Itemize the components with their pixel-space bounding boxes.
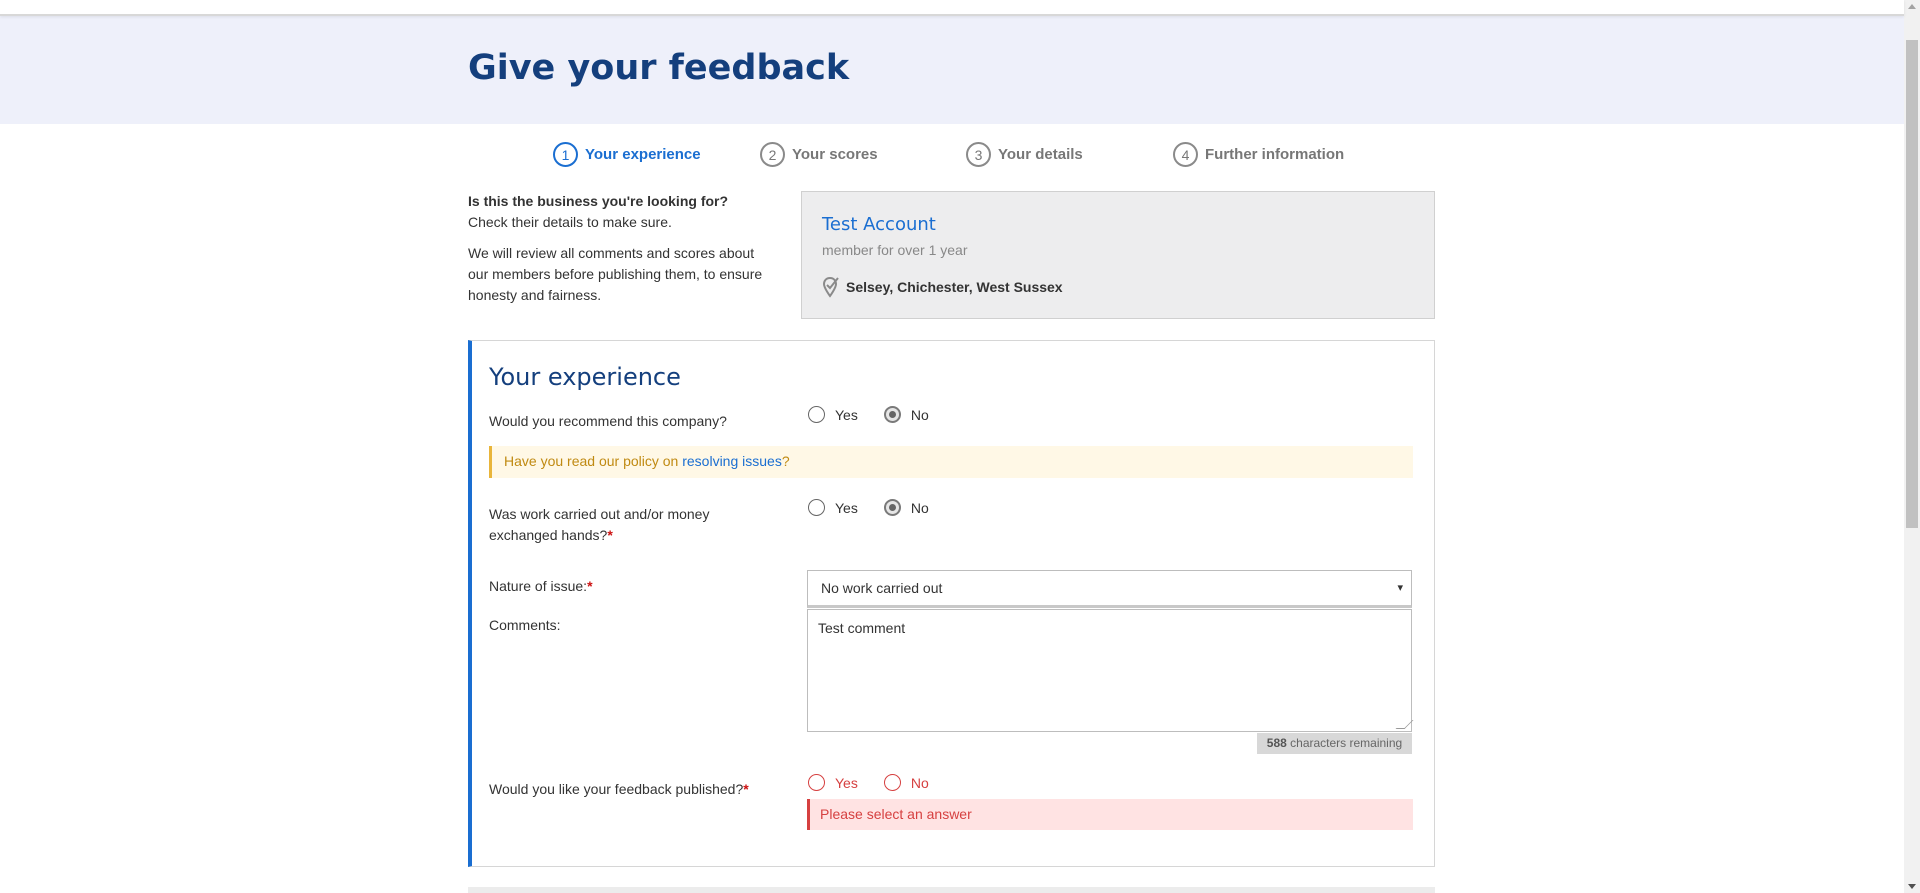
characters-remaining-counter: 588 characters remaining: [1257, 733, 1412, 754]
recommend-no-radio[interactable]: [883, 406, 901, 423]
characters-remaining-number: 588: [1266, 736, 1287, 750]
browser-top-edge: [0, 0, 1904, 16]
work-carried-no-option[interactable]: No: [883, 499, 929, 516]
radio-label: Yes: [835, 774, 858, 791]
step-number: 3: [966, 142, 991, 167]
scroll-up-arrow-icon[interactable]: [1908, 4, 1916, 9]
publish-yes-radio[interactable]: [808, 774, 825, 791]
business-card: Test Account member for over 1 year Sels…: [801, 191, 1435, 319]
policy-notice: Have you read our policy on resolving is…: [489, 446, 1413, 478]
radio-label: Yes: [835, 406, 858, 423]
publish-yes-option[interactable]: Yes: [808, 774, 858, 791]
required-asterisk: *: [587, 578, 593, 594]
required-asterisk: *: [743, 781, 749, 797]
chevron-down-icon: ▾: [1397, 582, 1403, 594]
work-carried-question-line1: Was work carried out and/or money: [489, 506, 710, 522]
radio-label: No: [910, 499, 929, 516]
step-label: Further information: [1205, 146, 1345, 163]
characters-remaining-text: characters remaining: [1286, 736, 1403, 750]
business-name[interactable]: Test Account: [822, 214, 936, 235]
business-membership: member for over 1 year: [822, 242, 968, 258]
policy-notice-text: Have you read our policy on: [504, 453, 683, 469]
nature-of-issue-label: Nature of issue:*: [489, 576, 593, 597]
publish-error-message: Please select an answer: [807, 799, 1413, 830]
recommend-no-option[interactable]: No: [883, 406, 929, 423]
recommend-yes-option[interactable]: Yes: [808, 406, 858, 423]
step-number: 4: [1173, 142, 1198, 167]
radio-label: No: [910, 406, 929, 423]
publish-radio-group: Yes No: [808, 774, 955, 791]
progress-steps: 1 Your experience 2 Your scores 3 Your d…: [0, 142, 1904, 174]
comments-label: Comments:: [489, 617, 561, 633]
comments-textarea[interactable]: Test comment: [807, 609, 1414, 732]
comments-value: Test comment: [818, 620, 906, 636]
radio-label: Yes: [835, 499, 858, 516]
work-carried-question: Was work carried out and/or money exchan…: [489, 504, 709, 546]
business-location: Selsey, Chichester, West Sussex: [822, 276, 1063, 298]
intro-text: Is this the business you're looking for?…: [468, 191, 778, 306]
section-title: Your experience: [489, 363, 681, 391]
nature-of-issue-text: Nature of issue:: [489, 578, 588, 594]
scroll-down-arrow-icon[interactable]: [1908, 884, 1916, 889]
publish-question-text: Would you like your feedback published?: [489, 781, 744, 797]
page-header: [0, 16, 1904, 124]
work-carried-question-line2: exchanged hands?: [489, 527, 608, 543]
step-number: 2: [760, 142, 785, 167]
policy-notice-suffix: ?: [781, 453, 790, 469]
step-label: Your scores: [792, 146, 878, 163]
work-carried-radio-group: Yes No: [808, 499, 955, 516]
business-check-question: Is this the business you're looking for?: [468, 193, 729, 209]
page-title: Give your feedback: [468, 48, 850, 88]
next-section-edge: [468, 887, 1435, 893]
map-pin-check-icon: [822, 276, 839, 298]
resolving-issues-link[interactable]: resolving issues: [682, 453, 782, 469]
step-your-scores[interactable]: 2 Your scores: [760, 142, 878, 167]
step-label: Your details: [998, 146, 1083, 163]
recommend-radio-group: Yes No: [808, 406, 955, 423]
work-carried-yes-radio[interactable]: [808, 499, 825, 516]
work-carried-no-radio[interactable]: [883, 499, 901, 516]
nature-of-issue-value: No work carried out: [821, 580, 943, 596]
required-asterisk: *: [607, 527, 613, 543]
step-label: Your experience: [585, 146, 701, 163]
publish-no-radio[interactable]: [883, 774, 901, 791]
publish-no-option[interactable]: No: [883, 774, 929, 791]
review-notice: We will review all comments and scores a…: [468, 245, 763, 303]
recommend-question: Would you recommend this company?: [489, 413, 727, 429]
scroll-thumb[interactable]: [1906, 40, 1918, 528]
step-further-information[interactable]: 4 Further information: [1173, 142, 1344, 167]
radio-label: No: [910, 774, 929, 791]
resize-handle-icon[interactable]: [1395, 720, 1414, 729]
publish-question: Would you like your feedback published?*: [489, 779, 749, 800]
step-your-details[interactable]: 3 Your details: [966, 142, 1083, 167]
step-your-experience[interactable]: 1 Your experience: [553, 142, 701, 167]
nature-of-issue-select[interactable]: No work carried out ▾: [807, 570, 1412, 608]
work-carried-yes-option[interactable]: Yes: [808, 499, 858, 516]
business-check-hint: Check their details to make sure.: [468, 214, 672, 230]
business-location-text: Selsey, Chichester, West Sussex: [846, 279, 1063, 295]
page-scrollbar[interactable]: [1904, 0, 1920, 893]
step-number: 1: [553, 142, 578, 167]
recommend-yes-radio[interactable]: [808, 406, 825, 423]
